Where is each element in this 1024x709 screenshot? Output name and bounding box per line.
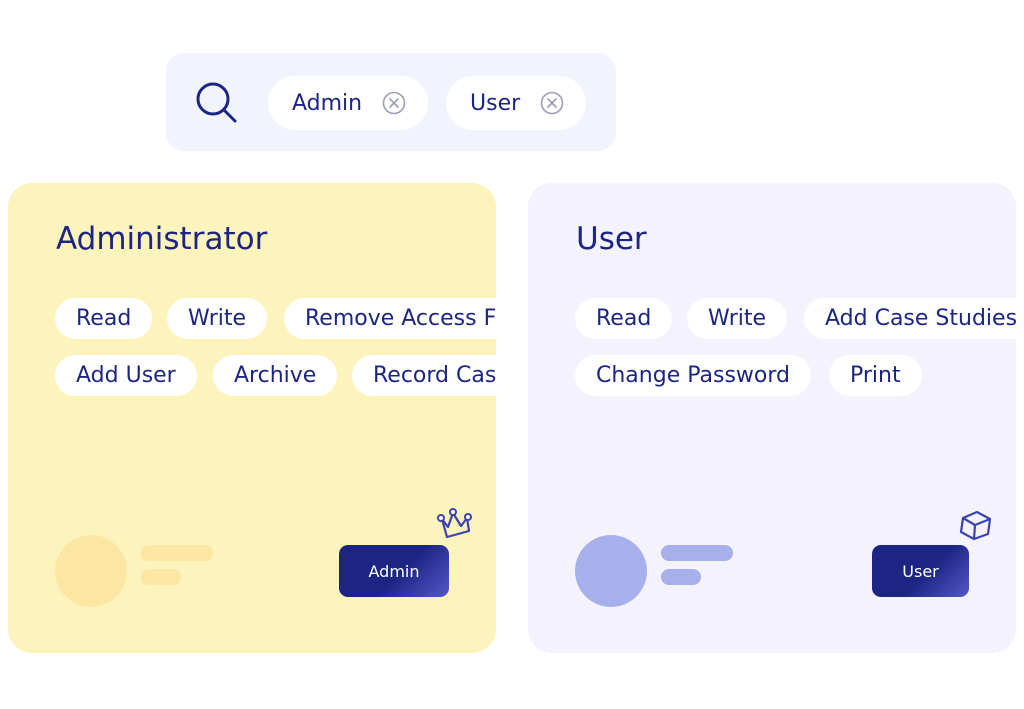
crown-icon <box>437 508 472 539</box>
text-placeholder <box>141 545 213 561</box>
avatar <box>575 535 647 607</box>
administrator-card: Administrator Read Write Remove Access F… <box>8 183 496 653</box>
permission-chip: Change Password <box>575 355 811 396</box>
permission-chip: Write <box>687 298 788 339</box>
user-card: User Read Write Add Case Studies Change … <box>528 183 1016 653</box>
permission-chip: Remove Access From <box>284 298 496 339</box>
permission-chip: Archive <box>213 355 338 396</box>
search-icon[interactable] <box>194 80 238 124</box>
user-role-button[interactable]: User <box>872 545 969 597</box>
cube-icon <box>959 510 992 541</box>
filter-chip-admin: Admin <box>268 76 428 130</box>
avatar <box>55 535 127 607</box>
close-icon[interactable] <box>540 91 564 115</box>
text-placeholder <box>661 569 701 585</box>
search-bar: Admin User <box>166 53 616 151</box>
text-placeholder <box>141 569 181 585</box>
permission-chip: Write <box>167 298 268 339</box>
permission-chip: Read <box>55 298 153 339</box>
permission-chip: Read <box>575 298 673 339</box>
permission-chip: Add User <box>55 355 197 396</box>
close-icon[interactable] <box>382 91 406 115</box>
filter-chip-user: User <box>446 76 586 130</box>
filter-chip-label: Admin <box>292 90 363 116</box>
filter-chip-label: User <box>470 90 521 116</box>
admin-role-button[interactable]: Admin <box>339 545 449 597</box>
card-title: User <box>576 221 647 257</box>
permission-chip: Record Case <box>352 355 496 396</box>
permission-chip: Print <box>829 355 922 396</box>
card-title: Administrator <box>56 221 268 257</box>
permission-chip: Add Case Studies <box>804 298 1016 339</box>
text-placeholder <box>661 545 733 561</box>
